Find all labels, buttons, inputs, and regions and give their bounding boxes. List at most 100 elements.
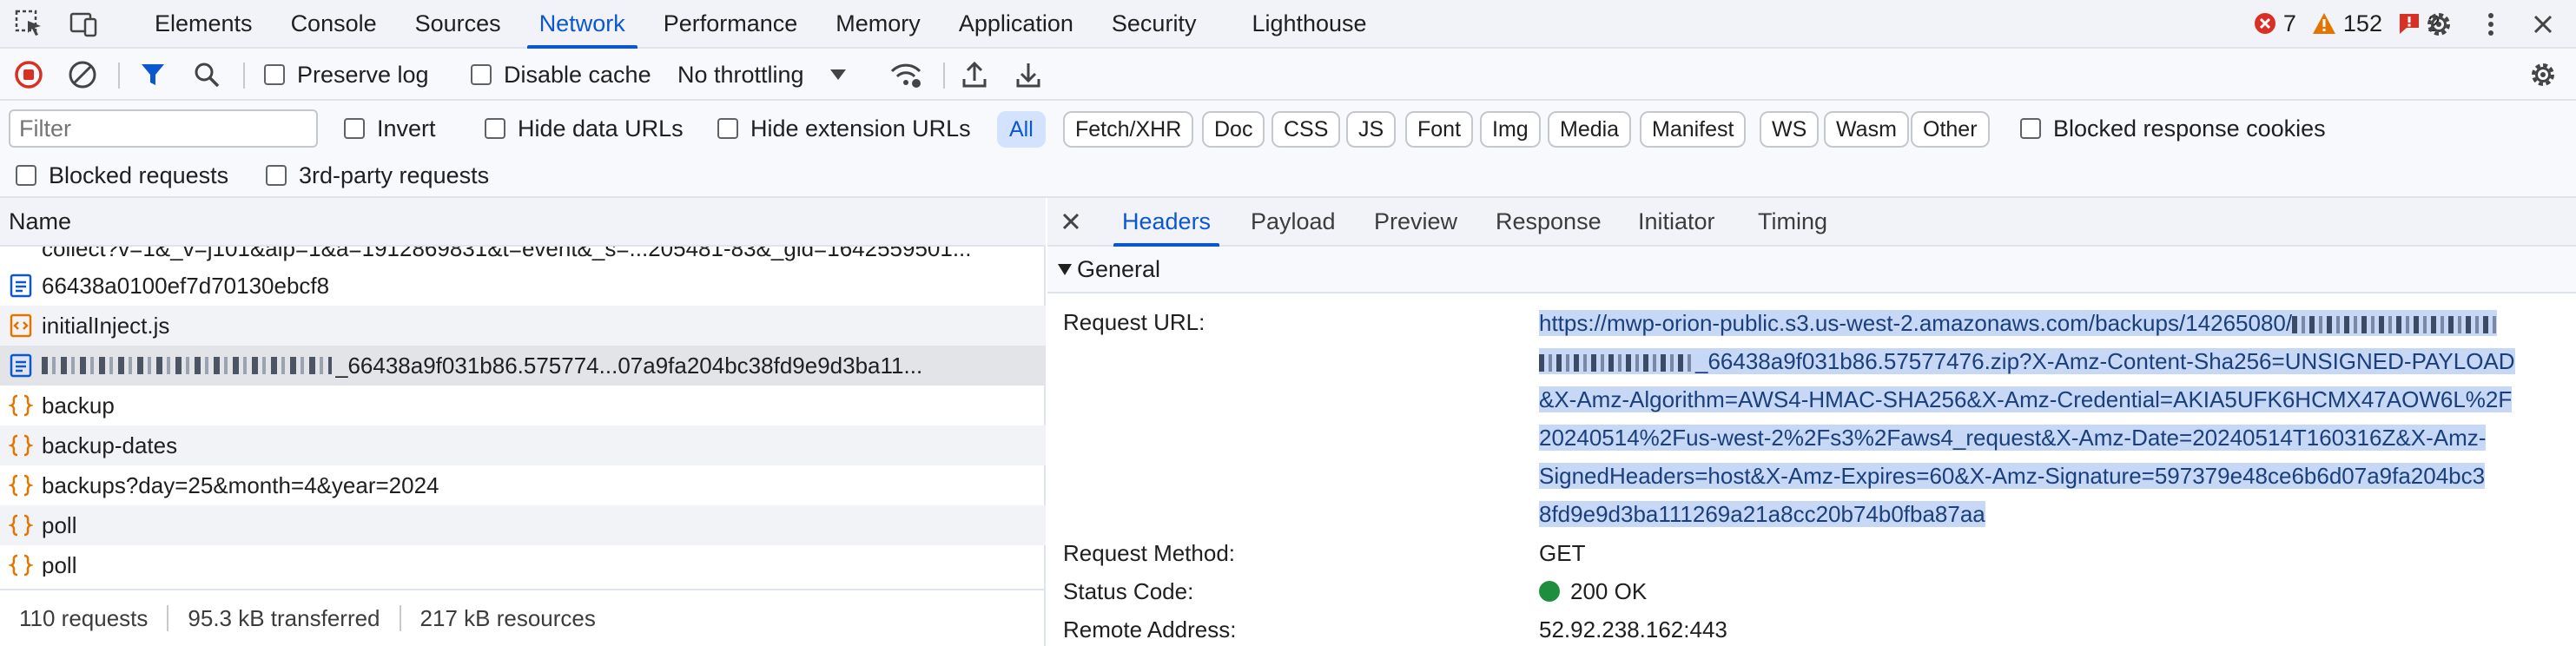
tab-lighthouse[interactable]: Lighthouse	[1215, 0, 1385, 47]
warning-count: 152	[2342, 10, 2382, 36]
type-filter-img[interactable]: Img	[1480, 111, 1541, 148]
throttling-select[interactable]: No throttling	[677, 49, 848, 101]
hide-data-urls-checkbox[interactable]: Hide data URLs	[485, 109, 684, 148]
filter-bar: Invert Hide data URLs Hide extension URL…	[0, 101, 2576, 198]
warning-icon	[2312, 13, 2335, 34]
status-ok-dot-icon	[1539, 581, 1560, 603]
request-row[interactable]: poll	[0, 505, 1046, 545]
devtools-tab-bar: Elements Console Sources Network Perform…	[0, 0, 2576, 49]
invert-box[interactable]	[344, 118, 365, 139]
request-row[interactable]: backup	[0, 386, 1046, 425]
filter-input[interactable]	[9, 109, 318, 148]
url-line: 20240514%2Fus-west-2%2Fs3%2Faws4_request…	[1539, 419, 2569, 457]
redacted-text	[1539, 354, 1695, 372]
clear-log-icon[interactable]	[68, 49, 97, 101]
redacted-text	[2292, 316, 2498, 334]
disable-cache-label: Disable cache	[504, 61, 651, 88]
fetch-braces-icon	[9, 514, 33, 537]
disable-cache-checkbox[interactable]: Disable cache	[471, 49, 651, 101]
tab-console[interactable]: Console	[272, 0, 396, 47]
tab-performance[interactable]: Performance	[644, 0, 817, 47]
type-filter-font[interactable]: Font	[1405, 111, 1474, 148]
tab-elements[interactable]: Elements	[135, 0, 272, 47]
tab-preview[interactable]: Preview	[1374, 198, 1457, 245]
third-party-requests-checkbox[interactable]: 3rd-party requests	[266, 156, 489, 194]
tab-headers[interactable]: Headers	[1113, 198, 1220, 247]
tab-payload[interactable]: Payload	[1251, 198, 1336, 245]
hide-extension-urls-checkbox[interactable]: Hide extension URLs	[717, 109, 971, 148]
tab-sources[interactable]: Sources	[396, 0, 520, 47]
import-har-icon[interactable]	[961, 49, 988, 101]
third-party-requests-box[interactable]	[266, 165, 287, 186]
general-section-title: General	[1077, 256, 1161, 282]
stop-recording-icon[interactable]	[14, 49, 43, 101]
filter-funnel-icon[interactable]	[139, 49, 167, 101]
tab-initiator[interactable]: Initiator	[1638, 198, 1715, 245]
tab-network[interactable]: Network	[520, 0, 644, 49]
blocked-requests-label: Blocked requests	[49, 162, 229, 188]
tab-memory[interactable]: Memory	[816, 0, 940, 47]
type-filter-wasm[interactable]: Wasm	[1824, 111, 1909, 148]
detail-tab-bar: Headers Payload Preview Response Initiat…	[1047, 198, 2576, 247]
blocked-response-cookies-box[interactable]	[2020, 118, 2041, 139]
close-detail-icon[interactable]	[1056, 207, 1086, 241]
url-line: SignedHeaders=host&X-Amz-Expires=60&X-Am…	[1539, 457, 2569, 495]
request-row[interactable]: collect?v=1&_v=j101&aip=1&a=1912869831&t…	[0, 247, 1046, 266]
network-conditions-icon[interactable]	[889, 49, 922, 101]
request-count: 110 requests	[0, 605, 169, 631]
request-method-value: GET	[1539, 540, 1586, 566]
type-filter-ws[interactable]: WS	[1760, 111, 1820, 148]
blocked-requests-box[interactable]	[16, 165, 36, 186]
export-har-icon[interactable]	[1014, 49, 1042, 101]
warning-counter[interactable]: 152	[2312, 10, 2382, 37]
hide-data-urls-box[interactable]	[485, 118, 505, 139]
more-options-icon[interactable]	[2475, 9, 2507, 40]
name-column-header[interactable]: Name	[0, 198, 1046, 247]
request-url-value[interactable]: https://mwp-orion-public.s3.us-west-2.am…	[1539, 304, 2569, 533]
type-filter-manifest[interactable]: Manifest	[1640, 111, 1747, 148]
request-row[interactable]: poll	[0, 545, 1046, 577]
issue-counters[interactable]: 7 152 2	[2254, 0, 2441, 47]
device-toolbar-icon[interactable]	[68, 9, 99, 40]
url-text: https://mwp-orion-public.s3.us-west-2.am…	[1539, 310, 2293, 336]
tab-security[interactable]: Security	[1093, 0, 1216, 47]
tab-timing[interactable]: Timing	[1758, 198, 1827, 245]
status-code-label: Status Code:	[1063, 578, 1194, 604]
request-row[interactable]: backup-dates	[0, 425, 1046, 465]
preserve-log-label: Preserve log	[297, 61, 429, 88]
remote-address-label: Remote Address:	[1063, 616, 1237, 643]
tab-response[interactable]: Response	[1496, 198, 1602, 245]
type-filter-other[interactable]: Other	[1911, 111, 1990, 148]
request-name: 66438a0100ef7d70130ebcf8	[42, 272, 330, 299]
type-filter-doc[interactable]: Doc	[1202, 111, 1265, 148]
close-devtools-icon[interactable]	[2527, 9, 2559, 40]
network-settings-gear-icon[interactable]	[2527, 49, 2559, 101]
hide-extension-urls-box[interactable]	[717, 118, 738, 139]
type-filter-js[interactable]: JS	[1346, 111, 1397, 148]
disable-cache-box[interactable]	[471, 64, 492, 85]
tab-application[interactable]: Application	[940, 0, 1093, 47]
request-row[interactable]: initialInject.js	[0, 306, 1046, 346]
toolbar-divider	[243, 63, 245, 89]
blocked-requests-checkbox[interactable]: Blocked requests	[16, 156, 228, 194]
fetch-braces-icon	[9, 474, 33, 497]
search-icon[interactable]	[193, 49, 221, 101]
blocked-response-cookies-checkbox[interactable]: Blocked response cookies	[2020, 109, 2326, 148]
error-counter[interactable]: 7	[2254, 10, 2296, 37]
type-filter-media[interactable]: Media	[1548, 111, 1632, 148]
request-row-selected[interactable]: _66438a9f031b86.575774...07a9fa204bc38fd…	[0, 346, 1046, 386]
request-detail-pane: Headers Payload Preview Response Initiat…	[1047, 198, 2576, 646]
type-filter-fetch-xhr[interactable]: Fetch/XHR	[1063, 111, 1194, 148]
network-toolbar: Preserve log Disable cache No throttling	[0, 49, 2576, 101]
remote-address-value: 52.92.238.162:443	[1539, 616, 1727, 643]
type-filter-all[interactable]: All	[997, 111, 1046, 148]
request-row[interactable]: 66438a0100ef7d70130ebcf8	[0, 266, 1046, 306]
general-section-header[interactable]: General	[1047, 247, 2576, 293]
settings-gear-icon[interactable]	[2423, 9, 2454, 40]
request-row[interactable]: backups?day=25&month=4&year=2024	[0, 465, 1046, 505]
preserve-log-checkbox[interactable]: Preserve log	[264, 49, 429, 101]
type-filter-css[interactable]: CSS	[1271, 111, 1341, 148]
inspect-element-icon[interactable]	[14, 9, 45, 40]
invert-checkbox[interactable]: Invert	[344, 109, 436, 148]
preserve-log-box[interactable]	[264, 64, 285, 85]
